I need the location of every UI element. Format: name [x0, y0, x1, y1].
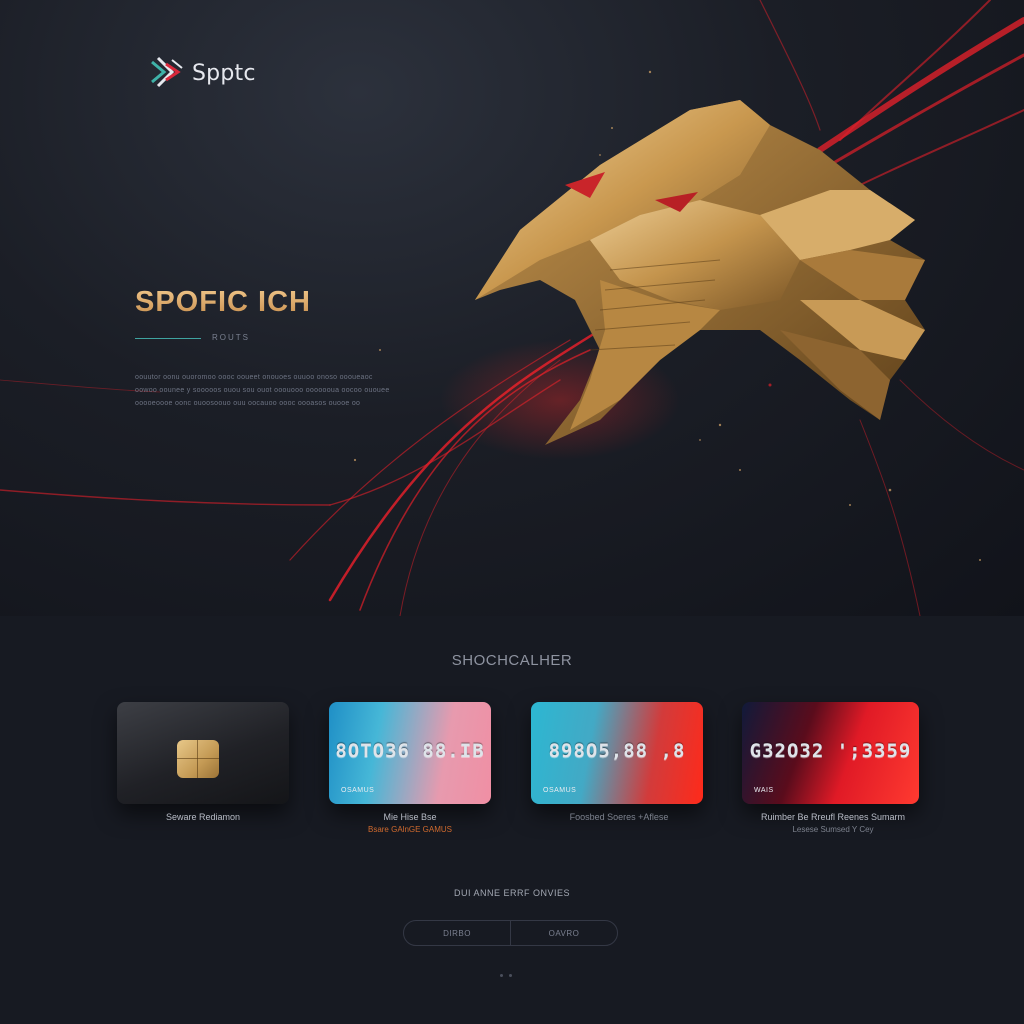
- card-caption: Foosbed Soeres +Aflese: [569, 812, 669, 822]
- hero-title: SPOFIC ICH: [135, 286, 311, 318]
- hero-description: oouutor oonu ouoromoo oooc ooueet onouoe…: [135, 374, 390, 407]
- pagination-dot[interactable]: [500, 974, 503, 977]
- brand-logo[interactable]: Spptc: [148, 54, 256, 92]
- hero-divider: [135, 338, 201, 339]
- section-title: SHOCHCALHER: [451, 652, 573, 669]
- card-navy-red[interactable]: G32O32 ';3359 WAIS: [742, 702, 919, 804]
- card-chip-icon: [177, 740, 219, 778]
- card-caption: Mie Hise Bse: [383, 812, 437, 822]
- card-black[interactable]: [117, 702, 289, 804]
- secondary-button[interactable]: OAVRO: [510, 921, 617, 945]
- card-holder: WAIS: [754, 787, 774, 794]
- card-blue-pink[interactable]: 8OTO36 88.IB OSAMUS: [329, 702, 491, 804]
- stacked-chevrons-icon: [151, 56, 183, 88]
- pagination-dots: [500, 974, 512, 977]
- pagination-dot[interactable]: [509, 974, 512, 977]
- card-cyan-red[interactable]: 898O5,88 ,8 OSAMUS: [531, 702, 703, 804]
- card-number: G32O32 ';3359: [749, 740, 912, 762]
- card-number: 898O5,88 ,8: [548, 740, 686, 762]
- primary-button[interactable]: DIRBO: [404, 921, 510, 945]
- brand-name: Spptc: [192, 60, 256, 86]
- card-holder: OSAMUS: [341, 787, 375, 794]
- card-subcaption: Bsare GAlnGE GAMUS: [367, 825, 453, 834]
- card-number: 8OTO36 88.IB: [335, 740, 485, 762]
- card-caption: Ruimber Be Rreufl Reenes Sumarm: [760, 812, 906, 822]
- card-subcaption: Lesese Sumsed Y Cey: [792, 825, 874, 834]
- hero-eyebrow: ROUTS: [212, 333, 250, 342]
- hero-section: Spptc SPOFIC ICH ROUTS oouutor oonu ouor…: [0, 0, 1024, 616]
- card-holder: OSAMUS: [543, 787, 577, 794]
- card-caption: Seware Rediamon: [165, 812, 241, 822]
- cta-text: DUI ANNE ERRF ONVIES: [453, 888, 571, 898]
- button-group: DIRBO OAVRO: [403, 920, 618, 946]
